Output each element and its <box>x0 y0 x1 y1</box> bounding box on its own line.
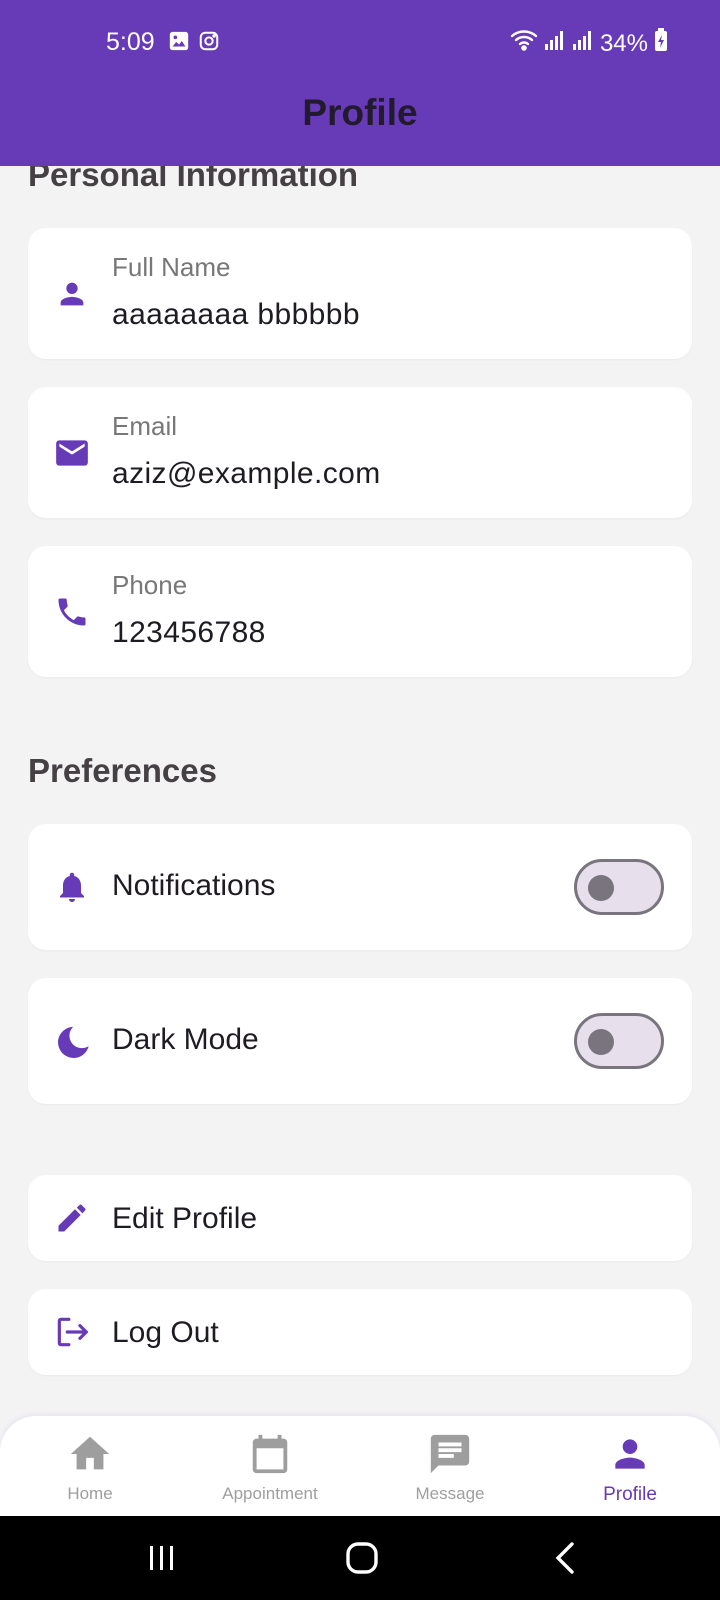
person-icon <box>606 1430 654 1478</box>
notifications-label: Notifications <box>112 869 276 902</box>
person-icon <box>52 274 92 314</box>
email-value: aziz@example.com <box>112 457 381 490</box>
wifi-icon <box>510 28 538 59</box>
nav-item-profile[interactable]: Profile <box>540 1416 720 1516</box>
nav-item-home[interactable]: Home <box>0 1416 180 1516</box>
email-card: Email aziz@example.com <box>28 387 692 518</box>
dark-mode-toggle[interactable] <box>574 1013 664 1069</box>
nav-label-profile: Profile <box>603 1484 657 1505</box>
dark-mode-card: Dark Mode <box>28 978 692 1104</box>
status-system-icons: 34% <box>510 28 668 59</box>
profile-screen: Personal Information Full Name aaaaaaaa … <box>0 0 720 1600</box>
notifications-toggle[interactable] <box>574 859 664 915</box>
notifications-card: Notifications <box>28 824 692 950</box>
nav-label-message: Message <box>415 1484 485 1503</box>
phone-icon <box>52 592 92 632</box>
full-name-value: aaaaaaaa bbbbbb <box>112 298 360 331</box>
notifications-toggle-knob <box>588 875 614 901</box>
battery-percent: 34% <box>599 29 648 57</box>
edit-profile-button[interactable]: Edit Profile <box>28 1175 692 1261</box>
nav-label-appointment: Appointment <box>222 1484 318 1503</box>
full-name-label: Full Name <box>112 252 231 282</box>
calendar-icon <box>246 1430 294 1478</box>
home-button-icon[interactable] <box>344 1540 380 1581</box>
phone-card: Phone 123456788 <box>28 546 692 677</box>
dark-mode-toggle-knob <box>588 1029 614 1055</box>
bell-icon <box>52 867 92 907</box>
log-out-label: Log Out <box>112 1316 219 1349</box>
message-icon <box>426 1430 474 1478</box>
logout-icon <box>52 1312 92 1352</box>
section-title-preferences: Preferences <box>28 752 217 789</box>
back-icon[interactable] <box>550 1540 580 1581</box>
home-icon <box>66 1430 114 1478</box>
full-name-card: Full Name aaaaaaaa bbbbbb <box>28 228 692 359</box>
nav-label-home: Home <box>67 1484 113 1503</box>
dark-mode-label: Dark Mode <box>112 1023 259 1056</box>
edit-profile-label: Edit Profile <box>112 1202 258 1235</box>
bottom-navigation: Home Appointment Message Profile <box>0 1416 720 1516</box>
signal-icon-1 <box>544 29 566 58</box>
phone-value: 123456788 <box>112 616 266 649</box>
recent-apps-icon[interactable] <box>146 1542 178 1579</box>
status-notification-icons <box>168 30 220 57</box>
gallery-icon <box>168 30 190 57</box>
log-out-button[interactable]: Log Out <box>28 1289 692 1375</box>
moon-icon <box>52 1021 92 1061</box>
signal-icon-2 <box>572 29 594 58</box>
phone-label: Phone <box>112 570 188 600</box>
email-icon <box>52 433 92 473</box>
nav-item-message[interactable]: Message <box>360 1416 540 1516</box>
pencil-icon <box>52 1198 92 1238</box>
status-time: 5:09 <box>106 28 155 56</box>
system-navigation-bar <box>0 1516 720 1600</box>
page-title: Profile <box>302 92 418 133</box>
battery-icon <box>654 28 668 59</box>
email-label: Email <box>112 411 178 441</box>
app-bar: 5:09 34% Profile <box>0 0 720 166</box>
nav-item-appointment[interactable]: Appointment <box>180 1416 360 1516</box>
instagram-icon <box>198 30 220 57</box>
